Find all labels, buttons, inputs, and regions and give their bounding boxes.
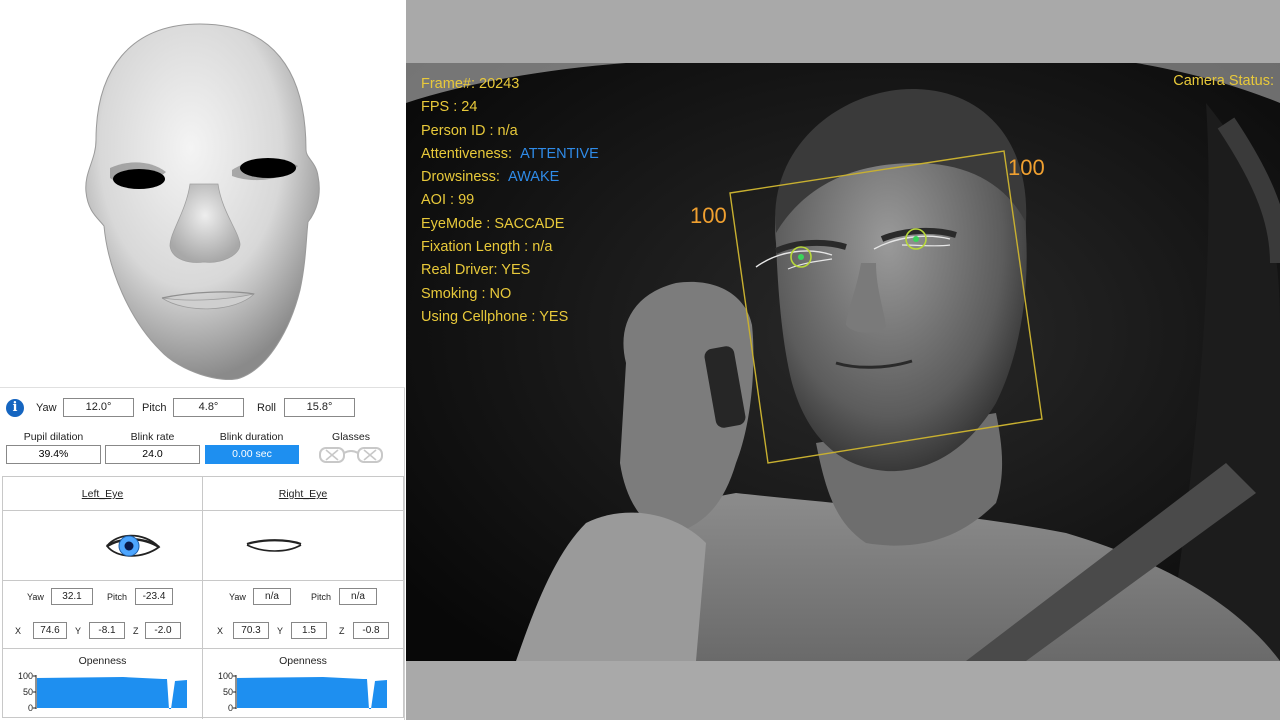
fps: FPS : 24 — [421, 99, 478, 116]
pupil-dilation-field[interactable]: 39.4% — [6, 445, 101, 464]
camera-status: Camera Status: — [1173, 73, 1274, 89]
attentiveness-label: Attentiveness: — [421, 145, 513, 162]
right-eye-y-label: Y — [277, 626, 284, 636]
camera-panel: 100 100 Frame#: 20243 FPS : 24 Person ID… — [406, 0, 1280, 720]
left-eye-z-field[interactable]: -2.0 — [145, 622, 181, 639]
aoi: AOI : 99 — [421, 192, 475, 209]
blink-rate-field[interactable]: 24.0 — [105, 445, 200, 464]
left-eye-graphic — [3, 511, 202, 581]
openness-tick-0: 0 — [28, 703, 33, 713]
3d-face-model-view[interactable] — [0, 0, 405, 388]
drowsiness-value: AWAKE — [508, 169, 560, 186]
face-right-eye-socket — [240, 158, 296, 178]
box-label-right: 100 — [1008, 155, 1045, 180]
right-eye-title: Right_Eye — [203, 477, 403, 511]
camera-feed: 100 100 Frame#: 20243 FPS : 24 Person ID… — [406, 63, 1280, 661]
openness-tick-100: 100 — [18, 671, 33, 681]
right-eye-params: Yaw n/a Pitch n/a X 70.3 Y 1.5 Z -0.8 — [203, 581, 403, 649]
left-eye-pitch-field[interactable]: -23.4 — [135, 588, 173, 605]
left-eye-x-field[interactable]: 74.6 — [33, 622, 67, 639]
roll-field[interactable]: 15.8° — [284, 398, 355, 417]
using-cellphone: Using Cellphone : YES — [421, 308, 569, 325]
right-eye-openness-area — [237, 677, 387, 709]
left-eye-pitch-label: Pitch — [107, 592, 128, 602]
drowsiness: Drowsiness: AWAKE — [421, 166, 599, 189]
left-eye-openness-chart: 100 50 0 — [18, 671, 187, 713]
eyes-table: Left_Eye Yaw 32.1 Pitch -23.4 X 74.6 Y -… — [2, 476, 404, 719]
blink-duration-field[interactable]: 0.00 sec — [205, 445, 299, 464]
right-eye-x-label: X — [217, 626, 224, 636]
roll-label: Roll — [257, 402, 276, 414]
left-eye-yaw-label: Yaw — [27, 592, 44, 602]
blink-duration-label: Blink duration — [219, 431, 284, 443]
right-eye-x-field[interactable]: 70.3 — [233, 622, 269, 639]
pitch-field[interactable]: 4.8° — [173, 398, 244, 417]
glasses-label: Glasses — [332, 431, 370, 443]
glasses-off-icon — [319, 447, 383, 463]
yaw-label: Yaw — [36, 402, 57, 414]
openness-tick-50: 50 — [223, 687, 233, 697]
drowsiness-label: Drowsiness: — [421, 169, 500, 186]
right-eye-y-field[interactable]: 1.5 — [291, 622, 327, 639]
real-driver: Real Driver: YES — [421, 262, 531, 279]
smoking: Smoking : NO — [421, 285, 512, 302]
openness-tick-0: 0 — [228, 703, 233, 713]
head-pose-row: i Yaw 12.0° Pitch 4.8° Roll 15.8° — [0, 396, 405, 420]
right-eye-graphic — [203, 511, 403, 581]
left-eye-column: Left_Eye Yaw 32.1 Pitch -23.4 X 74.6 Y -… — [3, 477, 203, 719]
pupil-dilation-label: Pupil dilation — [23, 431, 84, 443]
closed-eye-icon — [246, 539, 302, 552]
right-eye-z-field[interactable]: -0.8 — [353, 622, 389, 639]
left-eye-yaw-field[interactable]: 32.1 — [51, 588, 93, 605]
attentiveness: Attentiveness: ATTENTIVE — [421, 143, 599, 166]
openness-tick-100: 100 — [218, 671, 233, 681]
right-eye-pitch-label: Pitch — [311, 592, 332, 602]
pitch-label: Pitch — [142, 402, 167, 414]
fixation-length: Fixation Length : n/a — [421, 239, 553, 256]
right-eye-openness-chart: 100 50 0 — [218, 671, 387, 713]
box-label-left: 100 — [690, 203, 727, 228]
right-eye-pitch-field[interactable]: n/a — [339, 588, 377, 605]
analytics-panel: i Yaw 12.0° Pitch 4.8° Roll 15.8° Pupil … — [0, 0, 405, 720]
eye-mode: EyeMode : SACCADE — [421, 215, 565, 232]
yaw-field[interactable]: 12.0° — [63, 398, 134, 417]
left-eye-x-label: X — [15, 626, 22, 636]
left-eye-z-label: Z — [133, 626, 139, 636]
3d-face-model — [85, 23, 320, 381]
right-eye-yaw-field[interactable]: n/a — [253, 588, 291, 605]
openness-tick-50: 50 — [23, 687, 33, 697]
left-eye-params: Yaw 32.1 Pitch -23.4 X 74.6 Y -8.1 Z -2.… — [3, 581, 202, 649]
right-eye-yaw-label: Yaw — [229, 592, 246, 602]
left-eye-title: Left_Eye — [3, 477, 202, 511]
left-eye-openness: Openness 100 50 0 — [3, 649, 202, 719]
info-icon[interactable]: i — [6, 399, 24, 417]
right-eye-openness: Openness 100 50 0 — [203, 649, 403, 719]
person-id: Person ID : n/a — [421, 122, 518, 139]
status-overlay: Frame#: 20243 FPS : 24 Person ID : n/a A… — [421, 73, 599, 329]
right-eye-column: Right_Eye Yaw n/a Pitch n/a X 70.3 Y 1.5… — [203, 477, 403, 719]
frame-number: Frame#: 20243 — [421, 76, 520, 92]
left-eye-openness-area — [37, 677, 187, 709]
attentiveness-value: ATTENTIVE — [520, 145, 599, 162]
blink-rate-label: Blink rate — [130, 431, 175, 443]
open-eye-icon — [105, 534, 161, 557]
right-eye-z-label: Z — [339, 626, 345, 636]
left-eye-y-field[interactable]: -8.1 — [89, 622, 125, 639]
face-left-eye-socket — [113, 169, 165, 189]
left-eye-y-label: Y — [75, 626, 82, 636]
